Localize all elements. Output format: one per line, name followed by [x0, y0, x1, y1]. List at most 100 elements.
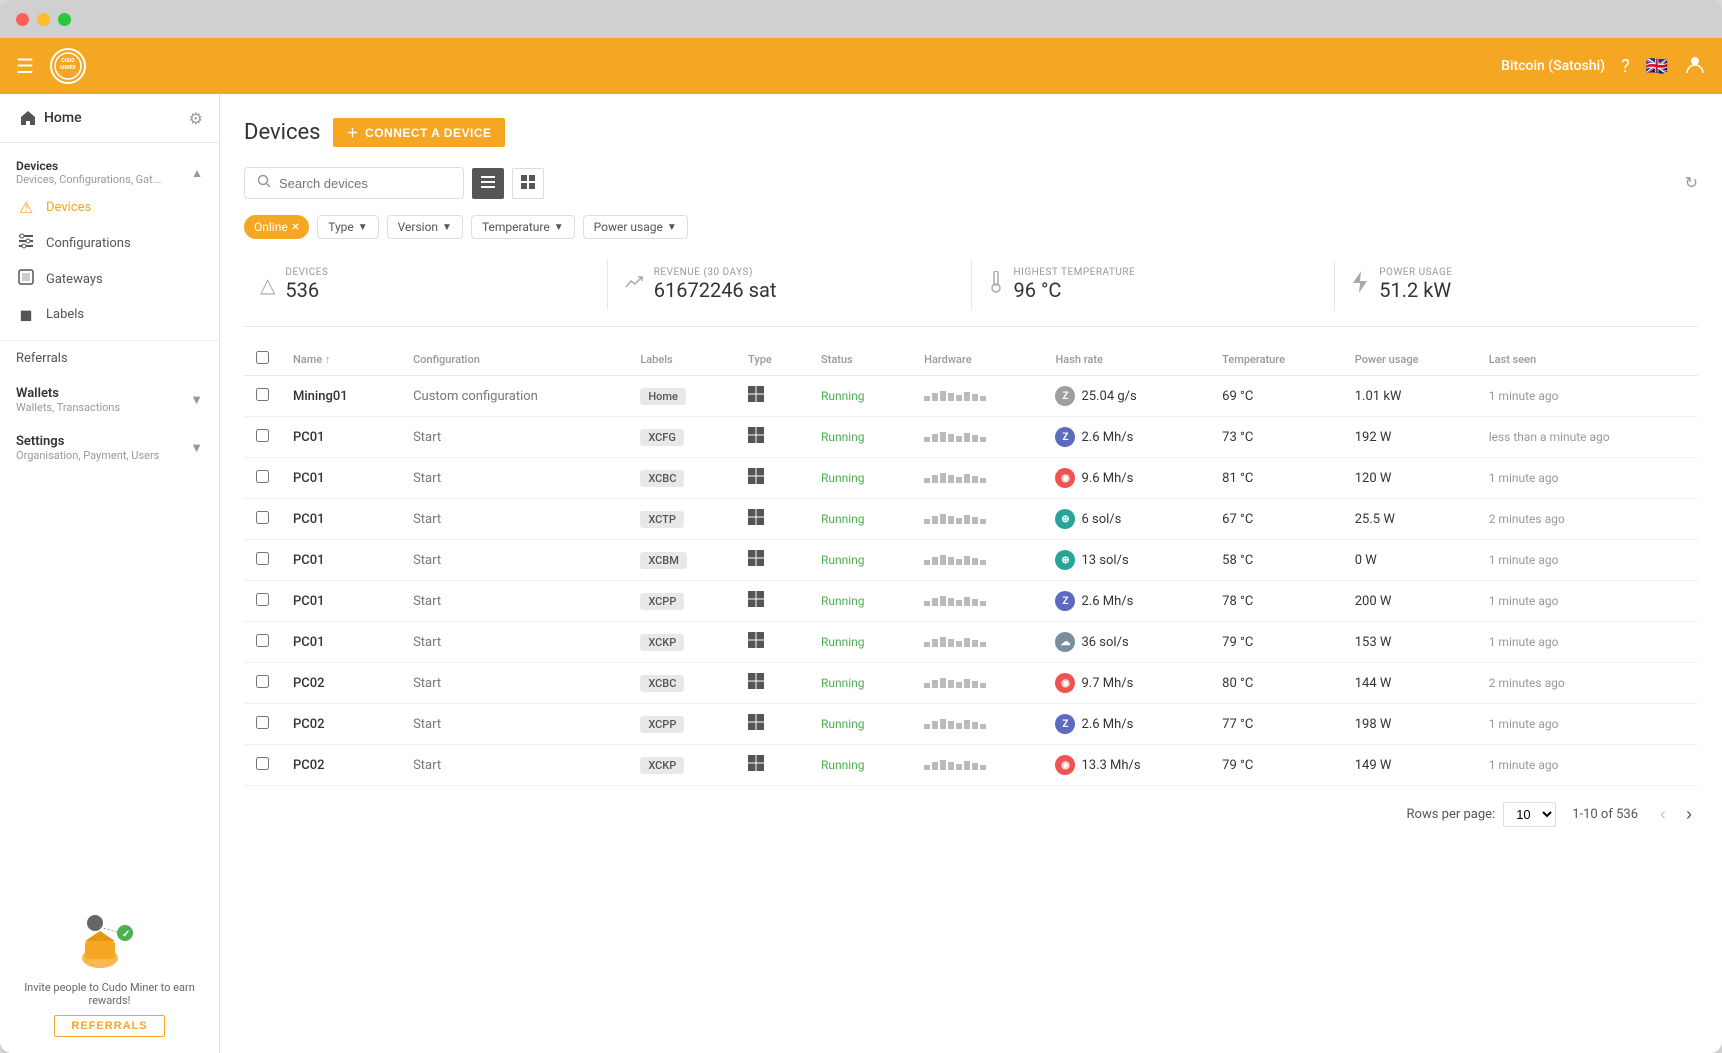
row-status: Running	[809, 540, 912, 581]
search-box[interactable]	[244, 167, 464, 199]
sidebar-home-item[interactable]: Home	[16, 106, 86, 130]
app-window: ☰ CUDO MINER Bitcoin (Satoshi) ? 🇬🇧	[0, 0, 1722, 1053]
hardware-bars	[924, 596, 1031, 606]
row-hardware	[912, 376, 1043, 417]
row-checkbox-cell[interactable]	[244, 540, 281, 581]
select-all-header[interactable]	[244, 343, 281, 376]
svg-text:MINER: MINER	[60, 65, 76, 71]
select-all-checkbox[interactable]	[256, 351, 269, 364]
row-checkbox-cell[interactable]	[244, 458, 281, 499]
sidebar-item-labels[interactable]: ◼ Labels	[0, 297, 219, 332]
row-status: Running	[809, 499, 912, 540]
prev-page-button[interactable]: ‹	[1654, 802, 1672, 827]
minimize-button[interactable]	[37, 13, 50, 26]
col-status: Status	[809, 343, 912, 376]
next-page-button[interactable]: ›	[1680, 802, 1698, 827]
row-temperature: 67 °C	[1210, 499, 1343, 540]
os-windows-icon	[748, 715, 764, 734]
sidebar-item-wallets[interactable]: Wallets Wallets, Transactions ▼	[0, 376, 219, 424]
hw-bar	[924, 765, 930, 770]
account-icon[interactable]	[1684, 53, 1706, 80]
hamburger-menu-icon[interactable]: ☰	[16, 54, 34, 78]
col-power: Power usage	[1343, 343, 1477, 376]
row-power: 192 W	[1343, 417, 1477, 458]
row-checkbox-cell[interactable]	[244, 663, 281, 704]
temperature-filter-dropdown[interactable]: Temperature ▼	[471, 215, 575, 239]
power-usage-filter-dropdown[interactable]: Power usage ▼	[583, 215, 688, 239]
top-nav-left: ☰ CUDO MINER	[16, 48, 86, 84]
rows-per-page-select[interactable]: 10 25 50	[1503, 802, 1556, 827]
sidebar-devices-header[interactable]: Devices Devices, Configurations, Gat... …	[0, 151, 219, 190]
col-name[interactable]: Name ↑	[281, 343, 401, 376]
os-windows-icon	[748, 756, 764, 775]
status-running-label: Running	[821, 676, 865, 690]
row-checkbox[interactable]	[256, 634, 269, 647]
rows-per-page-control: Rows per page: 10 25 50	[1407, 802, 1557, 827]
flag-icon[interactable]: 🇬🇧	[1646, 56, 1668, 77]
row-checkbox[interactable]	[256, 716, 269, 729]
version-filter-label: Version	[398, 220, 438, 234]
row-checkbox[interactable]	[256, 675, 269, 688]
type-filter-dropdown[interactable]: Type ▼	[317, 215, 378, 239]
row-checkbox[interactable]	[256, 757, 269, 770]
row-checkbox-cell[interactable]	[244, 704, 281, 745]
sidebar-item-referrals[interactable]: Referrals	[0, 341, 219, 376]
hw-bar	[980, 601, 986, 606]
referrals-button[interactable]: REFERRALS	[54, 1015, 164, 1037]
hw-bar	[940, 596, 946, 606]
os-windows-icon	[748, 674, 764, 693]
hw-bar	[948, 516, 954, 524]
table-header: Name ↑ Configuration Labels Type Status …	[244, 343, 1698, 376]
row-checkbox-cell[interactable]	[244, 417, 281, 458]
hash-coin-icon: ◉	[1055, 673, 1075, 693]
connect-device-button[interactable]: ＋ CONNECT A DEVICE	[333, 118, 506, 147]
table-row: PC02 Start XCBC Running	[244, 663, 1698, 704]
hw-bar	[956, 518, 962, 524]
row-checkbox[interactable]	[256, 470, 269, 483]
help-icon[interactable]: ?	[1621, 56, 1630, 77]
grid-view-button[interactable]	[512, 168, 544, 199]
row-hashrate: ◉ 9.7 Mh/s	[1043, 663, 1210, 704]
settings-icon[interactable]: ⚙	[189, 109, 203, 128]
row-checkbox[interactable]	[256, 388, 269, 401]
sidebar-item-gateways[interactable]: Gateways	[0, 261, 219, 297]
name-sort-button[interactable]: Name ↑	[293, 353, 389, 366]
row-lastseen: 1 minute ago	[1477, 704, 1698, 745]
refresh-button[interactable]: ↻	[1685, 173, 1698, 193]
sidebar-item-devices[interactable]: ⚠ Devices	[0, 190, 219, 225]
hw-bar	[932, 680, 938, 688]
row-config: Start	[401, 622, 628, 663]
devices-stat-value: 536	[285, 278, 328, 302]
row-checkbox[interactable]	[256, 429, 269, 442]
sidebar-item-settings[interactable]: Settings Organisation, Payment, Users ▼	[0, 424, 219, 472]
hash-rate-value: 9.7 Mh/s	[1081, 676, 1133, 691]
row-type	[736, 376, 809, 417]
row-lastseen: 2 minutes ago	[1477, 499, 1698, 540]
hw-bar	[948, 639, 954, 647]
list-view-button[interactable]	[472, 168, 504, 199]
online-filter-remove[interactable]: ×	[292, 219, 299, 235]
row-checkbox-cell[interactable]	[244, 745, 281, 786]
sidebar-item-configurations[interactable]: Configurations	[0, 225, 219, 261]
row-power: 144 W	[1343, 663, 1477, 704]
row-checkbox-cell[interactable]	[244, 499, 281, 540]
status-running-label: Running	[821, 635, 865, 649]
currency-label: Bitcoin (Satoshi)	[1501, 58, 1605, 74]
hw-bar	[980, 437, 986, 442]
row-checkbox[interactable]	[256, 552, 269, 565]
power-stat-value: 51.2 kW	[1379, 278, 1452, 302]
row-checkbox-cell[interactable]	[244, 622, 281, 663]
row-checkbox-cell[interactable]	[244, 376, 281, 417]
row-lastseen: 1 minute ago	[1477, 581, 1698, 622]
maximize-button[interactable]	[58, 13, 71, 26]
close-button[interactable]	[16, 13, 29, 26]
sidebar-configurations-label: Configurations	[46, 236, 131, 251]
search-input[interactable]	[279, 176, 451, 191]
row-checkbox[interactable]	[256, 511, 269, 524]
version-filter-dropdown[interactable]: Version ▼	[387, 215, 463, 239]
sidebar-devices-section: Devices Devices, Configurations, Gat... …	[0, 143, 219, 341]
row-config: Start	[401, 745, 628, 786]
row-checkbox-cell[interactable]	[244, 581, 281, 622]
row-checkbox[interactable]	[256, 593, 269, 606]
row-label: XCKP	[628, 745, 736, 786]
